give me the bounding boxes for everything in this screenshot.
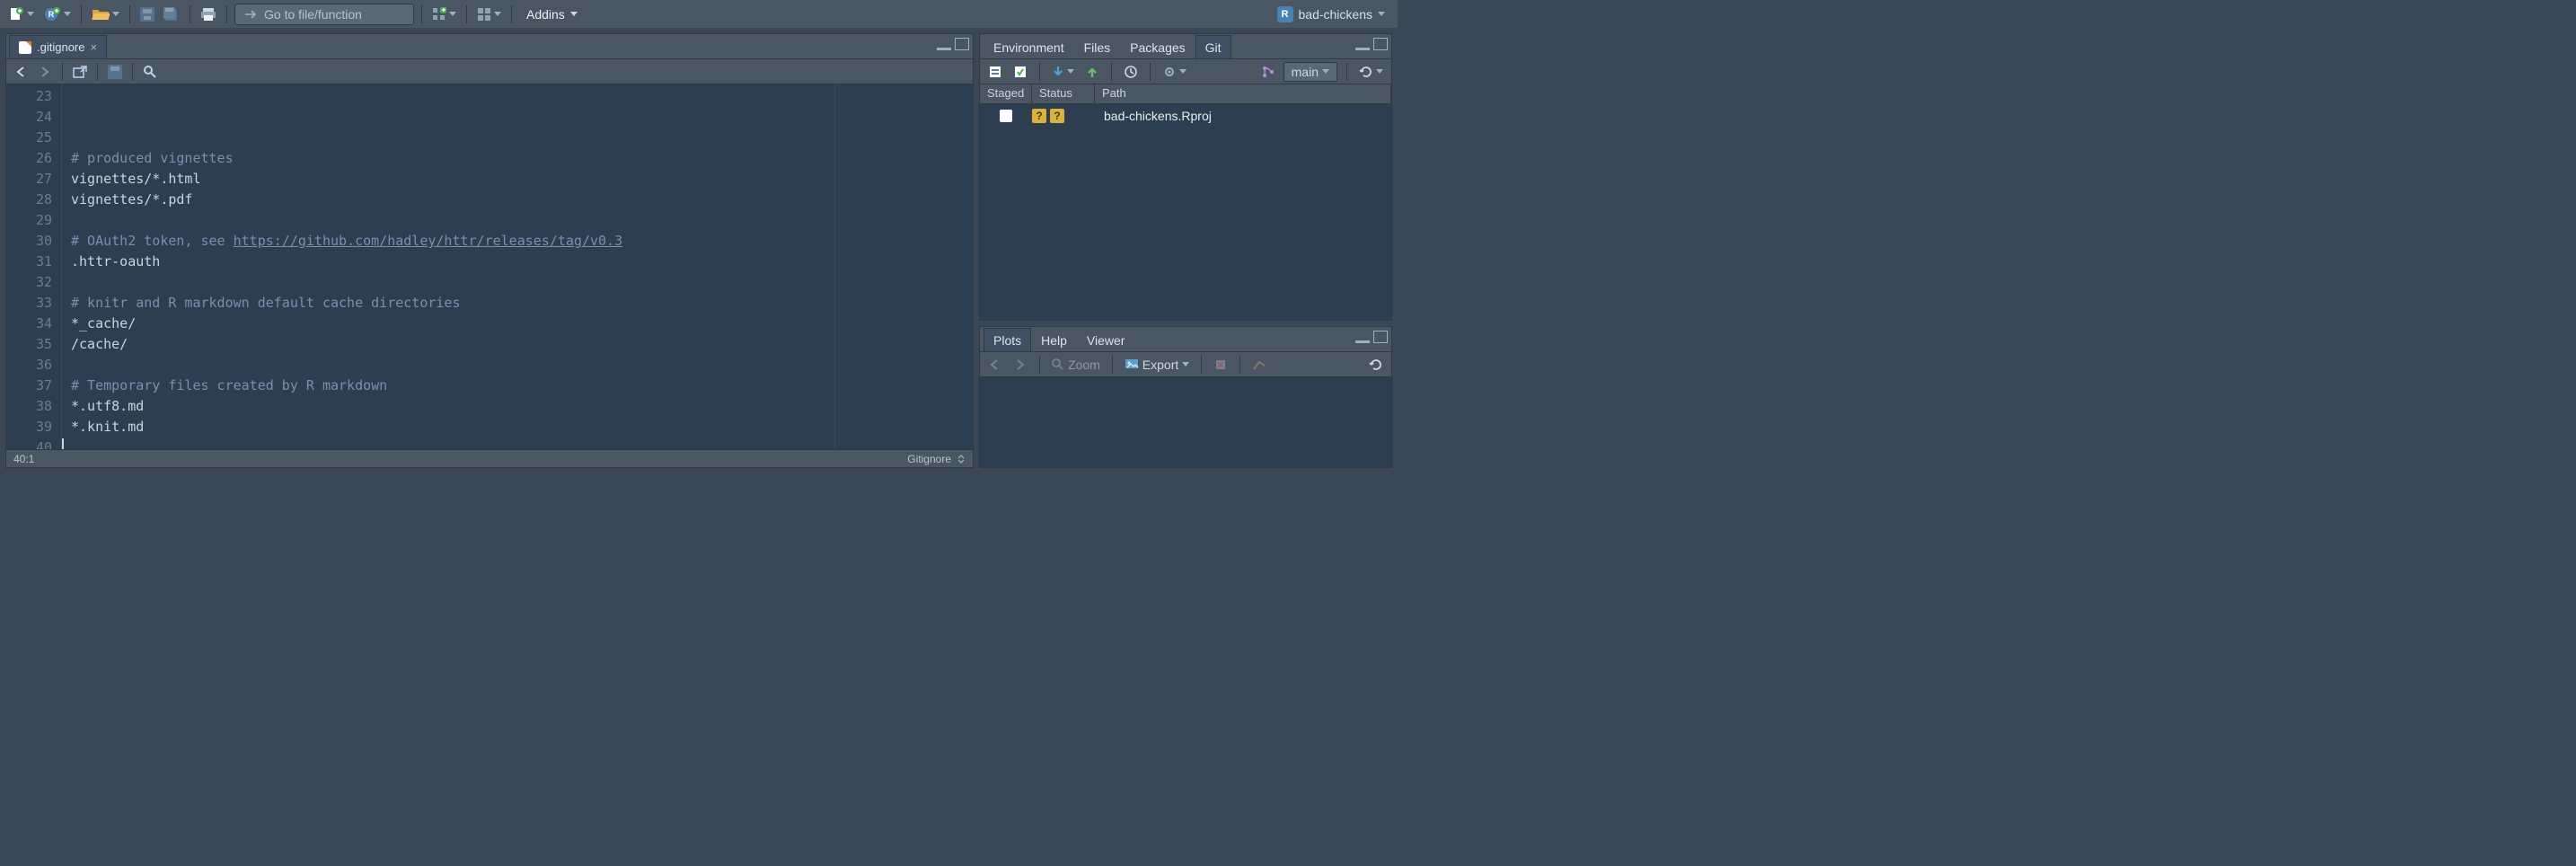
zoom-button[interactable]: Zoom — [1049, 355, 1103, 375]
grid-button[interactable] — [429, 4, 459, 24]
margin-line — [834, 84, 835, 449]
code-line[interactable]: # knitr and R markdown default cache dir… — [71, 293, 973, 314]
git-row[interactable]: ??bad-chickens.Rproj — [980, 104, 1391, 128]
remove-plot-button[interactable] — [1211, 355, 1231, 375]
new-branch-button[interactable] — [1258, 62, 1278, 82]
addins-menu[interactable]: Addins — [519, 4, 585, 24]
code-line[interactable]: *.utf8.md — [71, 396, 973, 417]
code-line[interactable]: # Temporary files created by R markdown — [71, 376, 973, 396]
zoom-label: Zoom — [1068, 358, 1100, 372]
tab-packages[interactable]: Packages — [1120, 35, 1195, 58]
pull-button[interactable] — [1049, 62, 1077, 82]
code-line[interactable]: *_cache/ — [71, 314, 973, 334]
code-line[interactable] — [71, 437, 973, 449]
source-pane: .gitignore × — [5, 33, 974, 468]
maximize-pane-icon[interactable] — [955, 38, 969, 50]
plot-next-button[interactable] — [1010, 355, 1030, 375]
refresh-button[interactable] — [1356, 62, 1386, 82]
clear-plots-button[interactable] — [1249, 355, 1269, 375]
history-button[interactable] — [1121, 62, 1141, 82]
col-path[interactable]: Path — [1095, 84, 1391, 103]
line-gutter: 232425262728293031323334353637383940 — [6, 84, 62, 449]
open-file-button[interactable] — [89, 4, 122, 24]
commit-button[interactable] — [1010, 62, 1030, 82]
file-icon — [19, 41, 31, 54]
tab-viewer[interactable]: Viewer — [1077, 328, 1135, 351]
more-gear-button[interactable] — [1160, 62, 1189, 82]
file-path: bad-chickens.Rproj — [1095, 109, 1391, 123]
plot-prev-button[interactable] — [985, 355, 1005, 375]
refresh-plots-button[interactable] — [1366, 355, 1386, 375]
branch-name: main — [1292, 65, 1319, 79]
source-tab-gitignore[interactable]: .gitignore × — [9, 35, 107, 58]
goto-file-function[interactable]: Go to file/function — [234, 4, 414, 25]
source-statusbar: 40:1 Gitignore — [6, 449, 973, 467]
plots-toolbar: Zoom Export — [980, 352, 1391, 377]
editor[interactable]: 232425262728293031323334353637383940 # p… — [6, 84, 973, 449]
code-line[interactable]: *.knit.md — [71, 417, 973, 437]
print-button[interactable] — [198, 4, 219, 24]
main-toolbar: R Go to file/function Addins R bad-chick… — [0, 0, 1398, 28]
tab-environment[interactable]: Environment — [984, 35, 1074, 58]
branch-select[interactable]: main — [1284, 62, 1337, 82]
popout-button[interactable] — [70, 62, 90, 82]
tab-plots[interactable]: Plots — [984, 328, 1031, 351]
nav-back-button[interactable] — [12, 62, 31, 82]
tab-help[interactable]: Help — [1031, 328, 1077, 351]
col-staged[interactable]: Staged — [980, 84, 1032, 103]
new-file-button[interactable] — [5, 4, 37, 24]
git-pane: EnvironmentFilesPackagesGit — [979, 33, 1392, 321]
tab-label: .gitignore — [37, 40, 84, 54]
code-line[interactable]: .httr-oauth — [71, 252, 973, 272]
save-button[interactable] — [137, 4, 157, 24]
project-menu[interactable]: R bad-chickens — [1270, 6, 1393, 22]
maximize-pane-icon[interactable] — [1373, 331, 1388, 343]
plots-tabs: PlotsHelpViewer — [980, 327, 1391, 352]
git-toolbar: main — [980, 59, 1391, 84]
cursor — [62, 438, 64, 449]
close-tab-icon[interactable]: × — [90, 40, 97, 54]
code-line[interactable]: vignettes/*.pdf — [71, 190, 973, 210]
diff-button[interactable] — [985, 62, 1005, 82]
code-line[interactable]: # produced vignettes — [71, 148, 973, 169]
minimize-pane-icon[interactable] — [937, 38, 951, 50]
r-project-icon: R — [1277, 6, 1293, 22]
minimize-pane-icon[interactable] — [1355, 38, 1370, 50]
goto-placeholder: Go to file/function — [264, 7, 362, 22]
cursor-position: 40:1 — [13, 453, 34, 465]
tab-git[interactable]: Git — [1195, 35, 1231, 58]
plots-canvas — [980, 377, 1391, 467]
minimize-pane-icon[interactable] — [1355, 331, 1370, 343]
export-label: Export — [1142, 358, 1178, 372]
code-line[interactable]: /cache/ — [71, 334, 973, 355]
language-mode[interactable]: Gitignore — [907, 453, 951, 465]
plots-pane: PlotsHelpViewer Zoom — [979, 326, 1392, 468]
push-button[interactable] — [1082, 62, 1102, 82]
maximize-pane-icon[interactable] — [1373, 38, 1388, 50]
code-area[interactable]: # produced vignettesvignettes/*.htmlvign… — [62, 84, 973, 449]
source-toolbar — [6, 59, 973, 84]
panes-button[interactable] — [474, 4, 504, 24]
code-line[interactable] — [71, 272, 973, 293]
code-line[interactable]: vignettes/*.html — [71, 169, 973, 190]
find-button[interactable] — [140, 62, 160, 82]
save-source-button[interactable] — [105, 62, 125, 82]
addins-label: Addins — [526, 7, 565, 22]
code-line[interactable] — [71, 210, 973, 231]
code-line[interactable]: # OAuth2 token, see https://github.com/h… — [71, 231, 973, 252]
export-button[interactable]: Export — [1122, 355, 1192, 375]
code-line[interactable] — [71, 355, 973, 376]
new-project-button[interactable]: R — [40, 4, 74, 24]
source-tabbar: .gitignore × — [6, 34, 973, 59]
col-status[interactable]: Status — [1032, 84, 1095, 103]
env-tabs: EnvironmentFilesPackagesGit — [980, 34, 1391, 59]
status-icons: ?? — [1032, 109, 1095, 123]
project-name: bad-chickens — [1299, 7, 1373, 22]
git-columns: Staged Status Path — [980, 84, 1391, 104]
git-file-list: ??bad-chickens.Rproj — [980, 104, 1391, 320]
tab-files[interactable]: Files — [1074, 35, 1121, 58]
stage-checkbox[interactable] — [980, 110, 1032, 122]
save-all-button[interactable] — [161, 4, 182, 24]
nav-forward-button[interactable] — [35, 62, 55, 82]
